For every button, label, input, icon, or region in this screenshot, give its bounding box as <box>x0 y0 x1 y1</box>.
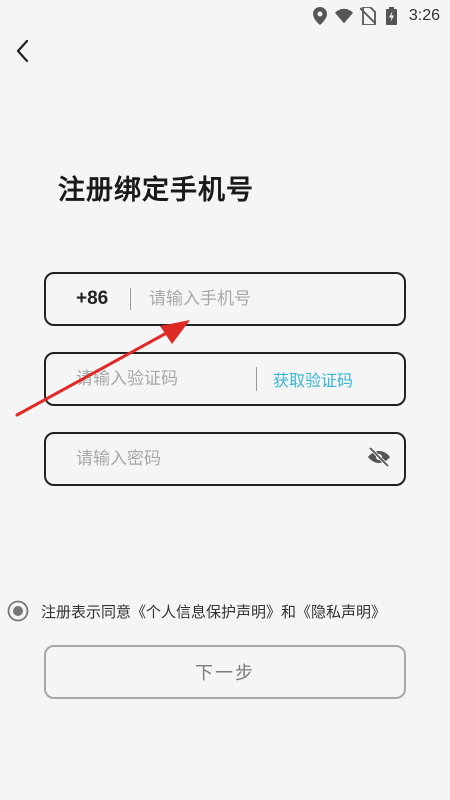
agreement-row: 注册表示同意《个人信息保护声明》和《隐私声明》 <box>7 600 386 622</box>
page-title: 注册绑定手机号 <box>58 175 254 206</box>
chevron-left-icon <box>15 39 31 67</box>
password-field <box>44 432 406 486</box>
next-button[interactable]: 下一步 <box>44 645 406 699</box>
phone-divider <box>130 288 131 310</box>
phone-field: +86 <box>44 272 406 326</box>
location-icon <box>311 7 329 25</box>
no-sim-icon <box>359 7 377 25</box>
agreement-text[interactable]: 注册表示同意《个人信息保护声明》和《隐私声明》 <box>41 601 386 622</box>
status-time: 3:26 <box>408 7 440 24</box>
status-bar: 3:26 <box>0 0 450 32</box>
back-button[interactable] <box>8 38 38 68</box>
password-input[interactable] <box>76 434 346 484</box>
wifi-icon <box>334 7 353 25</box>
battery-charging-icon <box>383 7 401 25</box>
phone-input[interactable] <box>149 274 369 324</box>
password-visibility-toggle[interactable] <box>366 446 392 472</box>
eye-off-icon <box>367 446 391 471</box>
verification-code-input[interactable] <box>76 354 246 404</box>
agreement-radio[interactable] <box>7 600 29 622</box>
verification-code-field: 获取验证码 <box>44 352 406 406</box>
code-divider <box>256 367 257 391</box>
country-code[interactable]: +86 <box>76 288 120 310</box>
get-code-button[interactable]: 获取验证码 <box>273 367 353 391</box>
